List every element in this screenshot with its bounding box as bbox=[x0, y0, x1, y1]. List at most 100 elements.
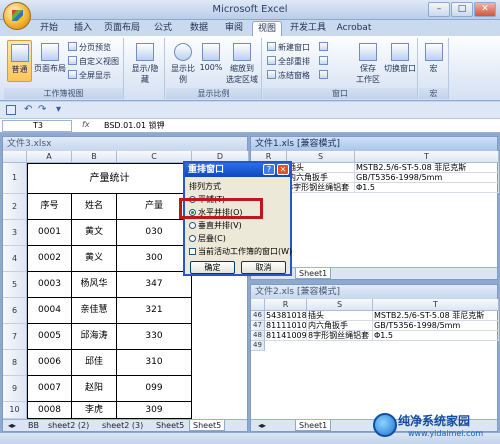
row-header[interactable]: 6 bbox=[3, 298, 27, 324]
fx-icon[interactable]: fx bbox=[82, 120, 90, 129]
sheet-tab[interactable]: Sheet5 bbox=[189, 420, 226, 431]
cell-r[interactable]: 811410090 bbox=[265, 331, 307, 341]
cell-t[interactable]: MSTB2.5/6-ST-5.08 菲尼克斯 bbox=[355, 163, 499, 173]
freeze-panes-button[interactable]: 冻结窗格 bbox=[267, 70, 310, 82]
switch-windows-button[interactable]: 切换窗口 bbox=[383, 40, 417, 90]
cell-qty[interactable]: 321 bbox=[117, 298, 192, 324]
page-break-preview-button[interactable]: 分页预览 bbox=[68, 42, 111, 54]
cell-id[interactable]: 0006 bbox=[27, 350, 72, 376]
zoom-to-selection-button[interactable]: 缩放到 选定区域 bbox=[224, 40, 260, 90]
row-header[interactable]: 4 bbox=[3, 246, 27, 272]
col-header-r[interactable]: R bbox=[265, 299, 307, 311]
tab-developer[interactable]: 开发工具 bbox=[286, 21, 330, 36]
close-button[interactable]: ✕ bbox=[474, 2, 496, 17]
dialog-close-button[interactable]: ✕ bbox=[277, 164, 289, 175]
sheet-tab[interactable]: Sheet5 bbox=[153, 420, 187, 431]
cell-s[interactable]: 8字形钢丝绳铝套 bbox=[287, 183, 355, 193]
cell-id[interactable]: 0003 bbox=[27, 272, 72, 298]
cell-qty[interactable]: 330 bbox=[117, 324, 192, 350]
cell-qty[interactable]: 310 bbox=[117, 350, 192, 376]
tab-insert[interactable]: 插入 bbox=[68, 21, 98, 36]
row-header[interactable]: 1 bbox=[3, 163, 27, 194]
cell-s[interactable]: 8字形钢丝绳铝套 bbox=[307, 331, 373, 341]
cell-name[interactable]: 杨风华 bbox=[72, 272, 117, 298]
help-button[interactable]: ? bbox=[263, 164, 275, 175]
cell-name[interactable]: 黄义 bbox=[72, 246, 117, 272]
cell-name[interactable]: 邱佳 bbox=[72, 350, 117, 376]
split-button[interactable] bbox=[319, 42, 330, 54]
row-header[interactable]: 47 bbox=[251, 321, 265, 331]
sheet-tab[interactable]: Sheet1 bbox=[295, 268, 332, 279]
row-header[interactable]: 7 bbox=[3, 324, 27, 350]
cell-s[interactable]: 插头 bbox=[287, 163, 355, 173]
cell-r[interactable]: 811110105 bbox=[265, 321, 307, 331]
unhide-window-button[interactable] bbox=[319, 70, 330, 82]
col-header-t[interactable]: T bbox=[373, 299, 499, 311]
save-icon[interactable] bbox=[6, 105, 16, 115]
tab-page-layout[interactable]: 页面布局 bbox=[102, 21, 142, 36]
zoom-100-button[interactable]: 100% bbox=[199, 40, 223, 82]
cell-name[interactable]: 邱海涛 bbox=[72, 324, 117, 350]
cancel-button[interactable]: 取消 bbox=[241, 261, 286, 274]
cell-name[interactable]: 亲佳慧 bbox=[72, 298, 117, 324]
cell-id[interactable]: 0005 bbox=[27, 324, 72, 350]
cell-qty[interactable]: 300 bbox=[117, 246, 192, 272]
cell-qty[interactable]: 099 bbox=[117, 376, 192, 402]
cell-id[interactable]: 0004 bbox=[27, 298, 72, 324]
cell-name[interactable]: 黄文 bbox=[72, 220, 117, 246]
cell-t[interactable]: Φ1.5 bbox=[355, 183, 499, 193]
cell-s[interactable]: 内六角扳手 bbox=[287, 173, 355, 183]
tab-view[interactable]: 视图 bbox=[252, 21, 282, 36]
row-header[interactable]: 5 bbox=[3, 272, 27, 298]
cell-r[interactable]: 54381018 bbox=[265, 311, 307, 321]
cell-t[interactable]: GB/T5356-1998/5mm bbox=[355, 173, 499, 183]
cell-id[interactable]: 0008 bbox=[27, 402, 72, 419]
cell-s[interactable]: 内六角扳手 bbox=[307, 321, 373, 331]
cell-qty[interactable]: 347 bbox=[117, 272, 192, 298]
page-layout-view-button[interactable]: 页面布局 bbox=[34, 40, 66, 82]
sheet-tab[interactable]: sheet2 (2) bbox=[45, 420, 92, 431]
maximize-button[interactable]: □ bbox=[451, 2, 473, 17]
row-header[interactable]: 10 bbox=[3, 402, 27, 419]
col-header-c[interactable]: C bbox=[117, 151, 192, 163]
tab-acrobat[interactable]: Acrobat bbox=[334, 21, 374, 36]
cell-id[interactable]: 0007 bbox=[27, 376, 72, 402]
col-header-s[interactable]: S bbox=[287, 151, 355, 163]
row-header[interactable]: 49 bbox=[251, 341, 265, 351]
ok-button[interactable]: 确定 bbox=[190, 261, 235, 274]
office-button[interactable] bbox=[3, 2, 31, 30]
cell-name[interactable]: 赵阳 bbox=[72, 376, 117, 402]
cell-s[interactable]: 插头 bbox=[307, 311, 373, 321]
active-workbook-checkbox[interactable]: 当前活动工作簿的窗口(W) bbox=[189, 246, 292, 257]
undo-icon[interactable]: ↶ bbox=[24, 104, 32, 115]
cell-qty[interactable]: 030 bbox=[117, 220, 192, 246]
header-cell-id[interactable]: 序号 bbox=[27, 194, 72, 220]
radio-cascade[interactable]: 层叠(C) bbox=[189, 233, 226, 244]
new-window-button[interactable]: 新建窗口 bbox=[267, 42, 310, 54]
hide-window-button[interactable] bbox=[319, 56, 330, 68]
show-hide-button[interactable]: 显示/隐藏 bbox=[129, 40, 161, 84]
sheet-tab[interactable]: Sheet1 bbox=[295, 420, 332, 431]
cell-t[interactable]: MSTB2.5/6-ST-5.08 菲尼克斯 bbox=[373, 311, 499, 321]
workbook-window-file2[interactable]: 文件2.xls [兼容模式] R S T 46 47 48 49 5438101… bbox=[250, 284, 499, 432]
select-all-corner[interactable] bbox=[3, 151, 27, 163]
normal-view-button[interactable]: 普通 bbox=[7, 40, 32, 82]
tab-review[interactable]: 审阅 bbox=[219, 21, 249, 36]
zoom-button[interactable]: 显示比例 bbox=[168, 40, 198, 84]
sheet-tab[interactable]: sheet2 (3) bbox=[99, 420, 146, 431]
header-cell-name[interactable]: 姓名 bbox=[72, 194, 117, 220]
row-header[interactable]: 3 bbox=[3, 220, 27, 246]
col-header-b[interactable]: B bbox=[72, 151, 117, 163]
save-workspace-button[interactable]: 保存 工作区 bbox=[355, 40, 381, 90]
row-header[interactable]: 46 bbox=[251, 311, 265, 321]
cell-name[interactable]: 李虎 bbox=[72, 402, 117, 419]
minimize-button[interactable]: – bbox=[428, 2, 450, 17]
radio-vertical[interactable]: 垂直并排(V) bbox=[189, 220, 242, 231]
tab-formulas[interactable]: 公式 bbox=[148, 21, 178, 36]
macros-button[interactable]: 宏 bbox=[421, 40, 446, 82]
col-header-a[interactable]: A bbox=[27, 151, 72, 163]
table-title-cell[interactable]: 产量统计 bbox=[27, 163, 192, 194]
sheet-nav-icon[interactable]: ◂▸ bbox=[255, 420, 269, 431]
cell-t[interactable]: GB/T5356-1998/5mm bbox=[373, 321, 499, 331]
customize-qat-icon[interactable]: ▾ bbox=[56, 104, 61, 115]
